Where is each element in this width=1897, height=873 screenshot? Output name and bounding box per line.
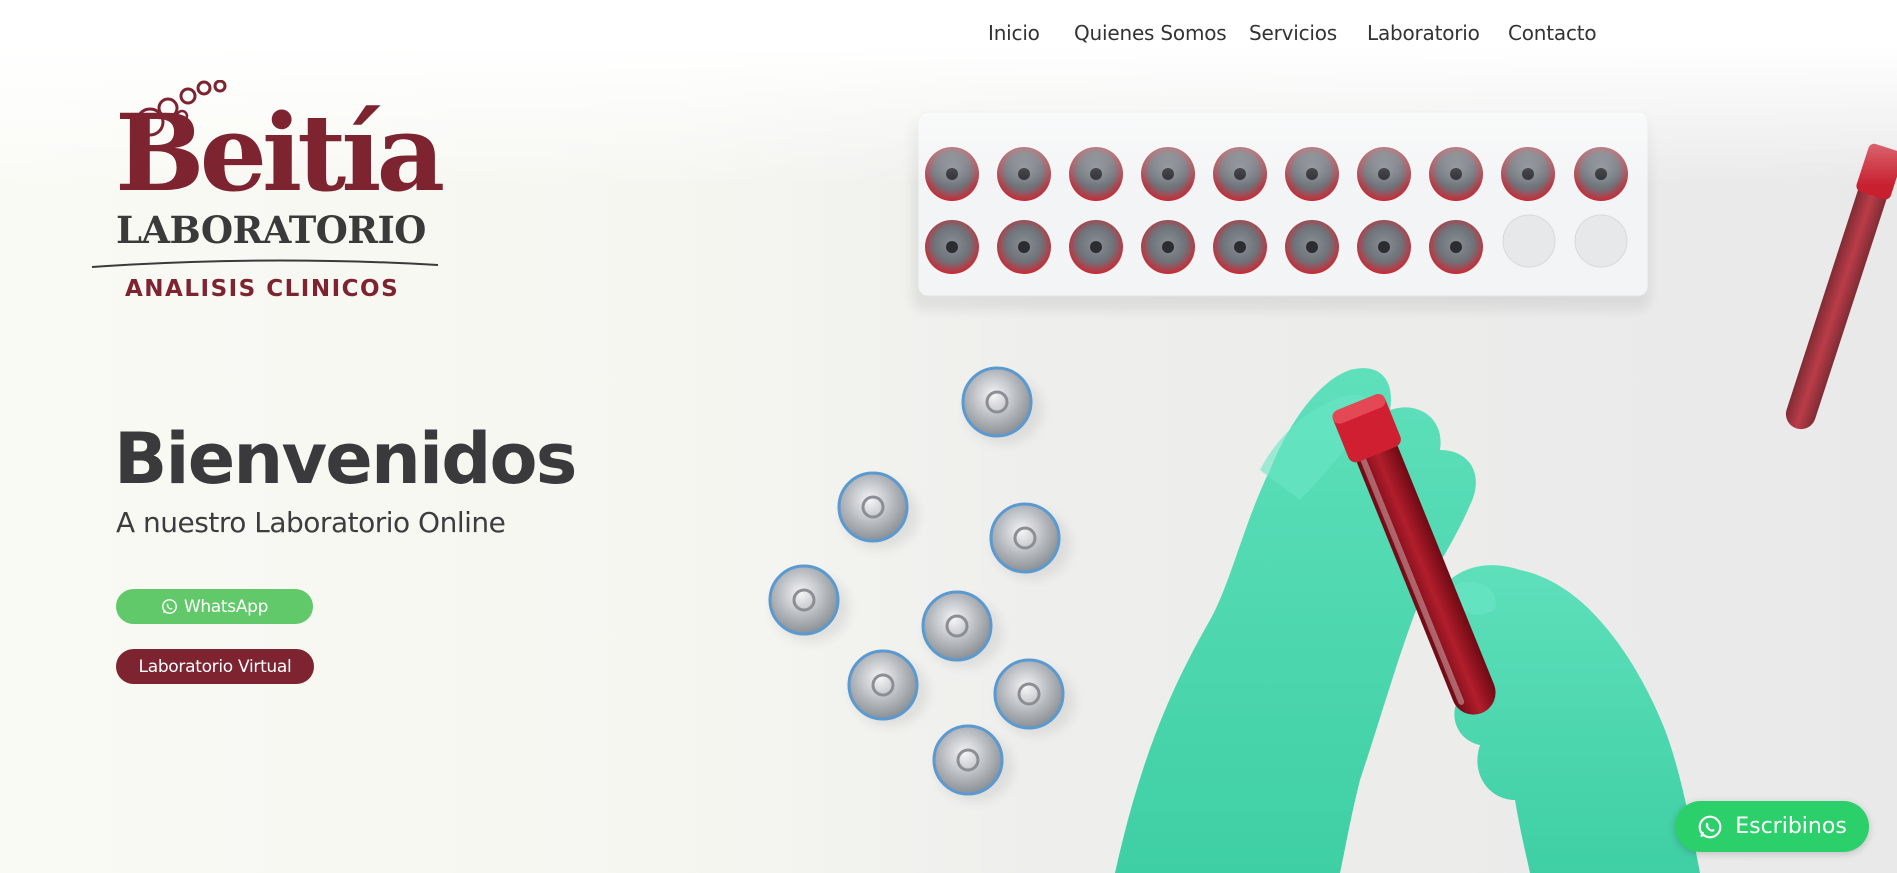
whatsapp-button-label: WhatsApp: [183, 596, 269, 617]
lab-virtual-button-label: Laboratorio Virtual: [138, 656, 292, 677]
main-nav: Inicio Quienes Somos Servicios Laborator…: [0, 0, 1897, 70]
nav-item-laboratorio[interactable]: Laboratorio: [1367, 21, 1480, 45]
hero-title: Bienvenidos: [114, 418, 577, 500]
nav-item-quienes-somos[interactable]: Quienes Somos: [1074, 21, 1227, 45]
logo-name: Beitía: [115, 90, 445, 215]
floating-chat-label: Escribinos: [1735, 814, 1847, 839]
nav-item-servicios[interactable]: Servicios: [1249, 21, 1337, 45]
logo-subtitle: LABORATORIO: [116, 208, 426, 252]
logo-tagline: ANALISIS CLINICOS: [125, 276, 400, 302]
whatsapp-icon: [161, 598, 178, 615]
logo-divider: [91, 259, 439, 268]
hero-subtitle: A nuestro Laboratorio Online: [116, 506, 506, 539]
nav-item-contacto[interactable]: Contacto: [1508, 21, 1597, 45]
whatsapp-icon: [1697, 814, 1723, 840]
brand-logo[interactable]: Beitía LABORATORIO ANALISIS CLINICOS: [90, 80, 450, 315]
whatsapp-button[interactable]: WhatsApp: [116, 589, 313, 624]
lab-virtual-button[interactable]: Laboratorio Virtual: [116, 649, 314, 684]
floating-chat-button[interactable]: Escribinos: [1675, 801, 1869, 852]
nav-item-inicio[interactable]: Inicio: [988, 21, 1040, 45]
